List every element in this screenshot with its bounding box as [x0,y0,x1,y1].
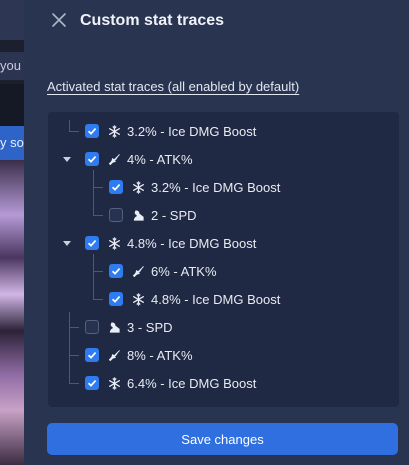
stat-trace-tree: 3.2% - Ice DMG Boost 4% - ATK% 3.2% - Ic… [48,112,399,407]
stat-trace-label: 4.8% - Ice DMG Boost [127,235,257,251]
tree-line [93,299,103,300]
save-changes-button[interactable]: Save changes [47,423,398,455]
tree-row[interactable]: 3.2% - Ice DMG Boost [85,120,256,142]
checkbox-checked[interactable] [109,264,123,278]
expand-toggle-icon[interactable] [62,154,72,164]
tree-line [69,131,79,132]
custom-stat-traces-drawer: Custom stat traces Activated stat traces… [24,0,409,465]
tree-line [69,383,79,384]
close-icon[interactable] [50,11,68,29]
stat-trace-label: 6% - ATK% [151,263,217,279]
stat-trace-label: 8% - ATK% [127,347,193,363]
checkbox-checked[interactable] [85,348,99,362]
ice-icon [131,292,145,306]
checkbox-unchecked[interactable] [85,320,99,334]
spd-icon [131,208,145,222]
atk-icon [107,348,121,362]
tree-row[interactable]: 4% - ATK% [85,148,193,170]
tree-row[interactable]: 6% - ATK% [109,260,217,282]
ice-icon [107,124,121,138]
background-text-1: you [0,52,24,80]
checkbox-checked[interactable] [109,292,123,306]
checkbox-checked[interactable] [85,124,99,138]
expand-toggle-icon[interactable] [62,238,72,248]
checkbox-checked[interactable] [109,180,123,194]
tree-row[interactable]: 6.4% - Ice DMG Boost [85,372,256,394]
background-header [0,0,24,40]
tree-row[interactable]: 4.8% - Ice DMG Boost [109,288,280,310]
stat-trace-label: 4% - ATK% [127,151,193,167]
background-divider [0,84,24,126]
tree-line [69,327,79,328]
stat-trace-label: 3.2% - Ice DMG Boost [127,123,257,139]
ice-icon [107,236,121,250]
stat-trace-label: 3.2% - Ice DMG Boost [151,179,281,195]
atk-icon [131,264,145,278]
tree-line [69,312,70,384]
checkbox-checked[interactable] [85,152,99,166]
tree-line [93,271,103,272]
ice-icon [107,376,121,390]
tree-line [93,215,103,216]
ice-icon [131,180,145,194]
tree-line [93,187,103,188]
checkbox-checked[interactable] [85,236,99,250]
tree-row[interactable]: 2 - SPD [109,204,197,226]
tree-line [69,355,79,356]
tree-row[interactable]: 3.2% - Ice DMG Boost [109,176,280,198]
checkbox-checked[interactable] [85,376,99,390]
stat-trace-label: 3 - SPD [127,319,173,335]
stat-trace-label: 6.4% - Ice DMG Boost [127,375,257,391]
tree-row[interactable]: 3 - SPD [85,316,173,338]
stat-trace-label: 2 - SPD [151,207,197,223]
checkbox-unchecked[interactable] [109,208,123,222]
stat-trace-label: 4.8% - Ice DMG Boost [151,291,281,307]
drawer-header: Custom stat traces [24,0,409,44]
tree-line [93,170,94,216]
tree-row[interactable]: 8% - ATK% [85,344,193,366]
section-label: Activated stat traces (all enabled by de… [47,79,300,94]
background-banner: y so [0,126,24,160]
background-character-art [0,160,24,465]
atk-icon [107,152,121,166]
background-page: you y so [0,0,24,465]
drawer-title: Custom stat traces [80,12,225,29]
spd-icon [107,320,121,334]
tree-line [93,254,94,300]
tree-row[interactable]: 4.8% - Ice DMG Boost [85,232,256,254]
